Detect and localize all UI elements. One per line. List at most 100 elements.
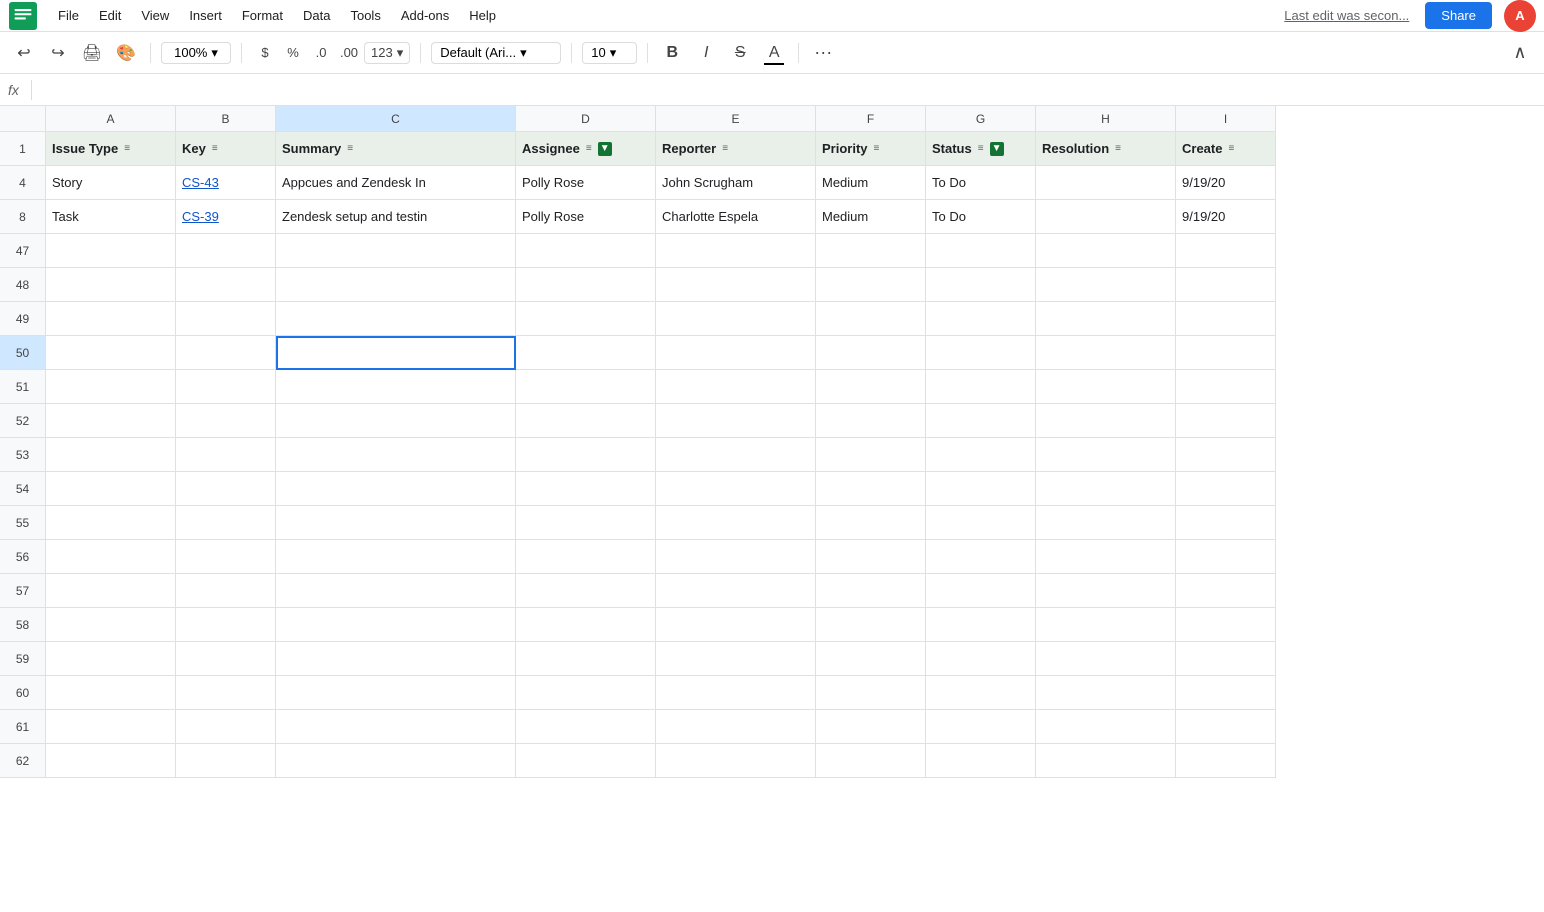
cell-D47[interactable] xyxy=(516,234,656,268)
cell-E47[interactable] xyxy=(656,234,816,268)
cell-A47[interactable] xyxy=(46,234,176,268)
cell-H47[interactable] xyxy=(1036,234,1176,268)
cell-C47[interactable] xyxy=(276,234,516,268)
cell-E50[interactable] xyxy=(656,336,816,370)
cell-E8[interactable]: Charlotte Espela xyxy=(656,200,816,234)
cell-G47[interactable] xyxy=(926,234,1036,268)
cell-D8[interactable]: Polly Rose xyxy=(516,200,656,234)
cell-B50[interactable] xyxy=(176,336,276,370)
row-number[interactable]: 57 xyxy=(0,574,46,608)
cell-B47[interactable] xyxy=(176,234,276,268)
cell-E49[interactable] xyxy=(656,302,816,336)
cell-F8[interactable]: Medium xyxy=(816,200,926,234)
cell-G49[interactable] xyxy=(926,302,1036,336)
cell-I1[interactable]: Create ≡ xyxy=(1176,132,1276,166)
row-number[interactable]: 54 xyxy=(0,472,46,506)
cell-G50[interactable] xyxy=(926,336,1036,370)
share-button[interactable]: Share xyxy=(1425,2,1492,29)
col-header-F[interactable]: F xyxy=(816,106,926,132)
cell-D48[interactable] xyxy=(516,268,656,302)
decimal-more-button[interactable]: .00 xyxy=(336,40,362,66)
cell-H49[interactable] xyxy=(1036,302,1176,336)
row-number[interactable]: 50 xyxy=(0,336,46,370)
row-number[interactable]: 61 xyxy=(0,710,46,744)
col-header-H[interactable]: H xyxy=(1036,106,1176,132)
more-options-button[interactable]: ··· xyxy=(809,39,837,67)
cell-C1[interactable]: Summary ≡ xyxy=(276,132,516,166)
cell-I48[interactable] xyxy=(1176,268,1276,302)
cell-I49[interactable] xyxy=(1176,302,1276,336)
cell-H8[interactable] xyxy=(1036,200,1176,234)
last-edit-status[interactable]: Last edit was secon... xyxy=(1284,8,1409,23)
cell-D50[interactable] xyxy=(516,336,656,370)
cell-C8[interactable]: Zendesk setup and testin xyxy=(276,200,516,234)
account-avatar[interactable]: A xyxy=(1504,0,1536,32)
cell-B48[interactable] xyxy=(176,268,276,302)
row-number[interactable]: 8 xyxy=(0,200,46,234)
menu-format[interactable]: Format xyxy=(234,4,291,27)
cell-B4[interactable]: CS-43 xyxy=(176,166,276,200)
cell-A8[interactable]: Task xyxy=(46,200,176,234)
font-selector[interactable]: Default (Ari... ▾ xyxy=(431,42,561,64)
cell-H4[interactable] xyxy=(1036,166,1176,200)
row-number[interactable]: 53 xyxy=(0,438,46,472)
col-header-D[interactable]: D xyxy=(516,106,656,132)
cell-B1[interactable]: Key ≡ xyxy=(176,132,276,166)
cell-B49[interactable] xyxy=(176,302,276,336)
cell-A49[interactable] xyxy=(46,302,176,336)
row-number[interactable]: 62 xyxy=(0,744,46,778)
col-header-E[interactable]: E xyxy=(656,106,816,132)
cell-A4[interactable]: Story xyxy=(46,166,176,200)
formula-input[interactable] xyxy=(40,82,1536,97)
cell-F47[interactable] xyxy=(816,234,926,268)
row-number[interactable]: 49 xyxy=(0,302,46,336)
cell-I4[interactable]: 9/19/20 xyxy=(1176,166,1276,200)
row-number[interactable]: 47 xyxy=(0,234,46,268)
cell-I50[interactable] xyxy=(1176,336,1276,370)
row-number[interactable]: 55 xyxy=(0,506,46,540)
cell-G8[interactable]: To Do xyxy=(926,200,1036,234)
row-number[interactable]: 56 xyxy=(0,540,46,574)
paint-format-button[interactable]: 🎨 xyxy=(112,39,140,67)
bold-button[interactable]: B xyxy=(658,39,686,67)
cell-D4[interactable]: Polly Rose xyxy=(516,166,656,200)
cell-B8[interactable]: CS-39 xyxy=(176,200,276,234)
font-size-selector[interactable]: 10 ▾ xyxy=(582,42,637,64)
cell-E1[interactable]: Reporter ≡ xyxy=(656,132,816,166)
link-CS43[interactable]: CS-43 xyxy=(182,175,219,190)
currency-button[interactable]: $ xyxy=(252,40,278,66)
cell-F48[interactable] xyxy=(816,268,926,302)
cell-G48[interactable] xyxy=(926,268,1036,302)
cell-F4[interactable]: Medium xyxy=(816,166,926,200)
menu-tools[interactable]: Tools xyxy=(342,4,388,27)
strikethrough-button[interactable]: S xyxy=(726,39,754,67)
cell-G4[interactable]: To Do xyxy=(926,166,1036,200)
cell-H50[interactable] xyxy=(1036,336,1176,370)
cell-I47[interactable] xyxy=(1176,234,1276,268)
cell-C48[interactable] xyxy=(276,268,516,302)
cell-I8[interactable]: 9/19/20 xyxy=(1176,200,1276,234)
cell-A50[interactable] xyxy=(46,336,176,370)
row-number[interactable]: 52 xyxy=(0,404,46,438)
menu-data[interactable]: Data xyxy=(295,4,338,27)
menu-edit[interactable]: Edit xyxy=(91,4,129,27)
col-header-A[interactable]: A xyxy=(46,106,176,132)
zoom-selector[interactable]: 100% ▾ xyxy=(161,42,231,64)
menu-help[interactable]: Help xyxy=(461,4,504,27)
cell-E48[interactable] xyxy=(656,268,816,302)
italic-button[interactable]: I xyxy=(692,39,720,67)
menu-view[interactable]: View xyxy=(133,4,177,27)
row-number[interactable]: 59 xyxy=(0,642,46,676)
col-header-G[interactable]: G xyxy=(926,106,1036,132)
cell-C49[interactable] xyxy=(276,302,516,336)
cell-F49[interactable] xyxy=(816,302,926,336)
cell-D49[interactable] xyxy=(516,302,656,336)
number-format-selector[interactable]: 123 ▾ xyxy=(364,42,410,64)
cell-G1[interactable]: Status ≡ ▼ xyxy=(926,132,1036,166)
cell-A1[interactable]: Issue Type ≡ xyxy=(46,132,176,166)
undo-button[interactable]: ↩ xyxy=(10,39,38,67)
cell-E4[interactable]: John Scrugham xyxy=(656,166,816,200)
cell-F50[interactable] xyxy=(816,336,926,370)
cell-H48[interactable] xyxy=(1036,268,1176,302)
cell-A48[interactable] xyxy=(46,268,176,302)
